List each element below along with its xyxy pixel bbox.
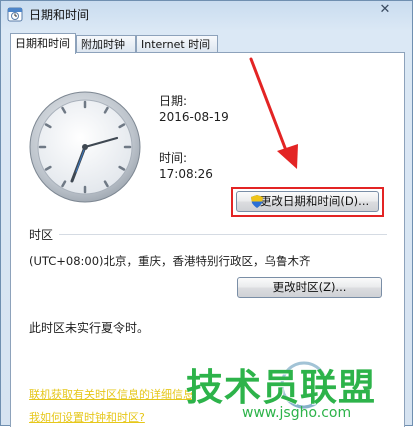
- change-date-time-label: 更改日期和时间(D)...: [259, 194, 370, 208]
- timezone-value: (UTC+08:00)北京，重庆，香港特别行政区，乌鲁木齐: [29, 254, 311, 268]
- watermark-logo: 技术员联盟 www.jsgho.com: [184, 357, 413, 427]
- how-to-link[interactable]: 我如何设置时钟和时区?: [29, 409, 145, 425]
- section-divider: [59, 234, 387, 235]
- date-label: 日期:: [159, 94, 188, 108]
- tab-internet-time[interactable]: Internet 时间: [136, 35, 218, 52]
- dst-note: 此时区未实行夏令时。: [29, 321, 150, 335]
- watermark-url: www.jsgho.com: [242, 405, 352, 421]
- window-title: 日期和时间: [29, 8, 90, 22]
- tab-additional-clocks[interactable]: 附加时钟: [76, 35, 136, 52]
- change-date-time-button[interactable]: 更改日期和时间(D)...: [236, 191, 379, 212]
- tab-date-time[interactable]: 日期和时间: [10, 33, 76, 54]
- timezone-heading: 时区: [29, 228, 54, 242]
- date-value: 2016-08-19: [159, 110, 229, 124]
- change-timezone-button[interactable]: 更改时区(Z)...: [237, 277, 382, 298]
- online-info-link[interactable]: 联机获取有关时区信息的详细信息: [29, 386, 194, 402]
- time-value: 17:08:26: [159, 167, 213, 181]
- time-label: 时间:: [159, 151, 188, 165]
- analog-clock-icon: [29, 91, 141, 203]
- date-time-dialog: 日期和时间 ✕ 日期和时间 附加时钟 Internet 时间 日期: 2016-…: [0, 0, 413, 427]
- watermark-text: 技术员联盟: [186, 366, 376, 409]
- clock-app-icon: [7, 7, 23, 22]
- uac-shield-icon: [251, 195, 263, 208]
- title-bar: 日期和时间 ✕: [1, 1, 412, 27]
- close-button[interactable]: ✕: [372, 1, 398, 19]
